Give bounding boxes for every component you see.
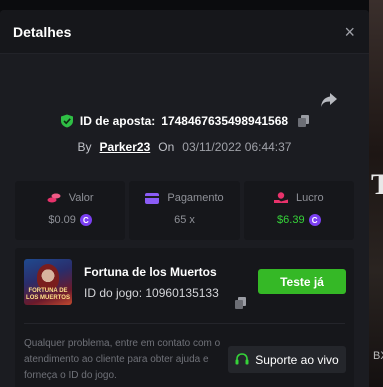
game-panel: FORTUNA DE LOS MUERTOS Fortuna de los Mu… [15, 248, 354, 387]
bet-info: ID de aposta: 1748467635498941568 By Par… [0, 54, 369, 168]
copy-icon[interactable] [235, 297, 246, 309]
copy-icon[interactable] [298, 115, 310, 127]
close-icon[interactable]: × [344, 23, 355, 41]
share-icon[interactable] [320, 92, 338, 108]
stat-valor: Valor $0.09 C [15, 181, 126, 240]
stat-value: $6.39 [277, 214, 305, 226]
shield-check-icon [60, 114, 73, 128]
bet-id-value: 1748467635498941568 [161, 114, 289, 128]
game-name: Fortuna de los Muertos [84, 265, 217, 279]
stat-label: Pagamento [167, 192, 224, 204]
stat-value: $0.09 [48, 214, 76, 226]
stat-label: Lucro [296, 192, 324, 204]
on-label: On [158, 140, 175, 154]
username-link[interactable]: Parker23 [100, 140, 151, 154]
support-label: Suporte ao vivo [255, 352, 339, 367]
card-icon [145, 192, 160, 204]
stat-value: 65 x [174, 214, 195, 226]
bet-id-label: ID de aposta: [79, 114, 156, 128]
try-game-button[interactable]: Teste já [258, 269, 346, 294]
bet-details-modal: Detalhes × ID de aposta: 174846763549894… [0, 10, 369, 387]
live-support-button[interactable]: Suporte ao vivo [228, 346, 346, 373]
hand-coin-icon [274, 192, 289, 203]
headset-icon [235, 353, 249, 365]
bet-owner-row: By Parker23 On 03/11/2022 06:44:37 [0, 140, 369, 154]
coins-icon [47, 193, 61, 203]
modal-title: Detalhes [13, 23, 72, 40]
help-text: Qualquer problema, entre em contato com … [24, 338, 221, 381]
coin-icon: C [308, 214, 321, 226]
bet-stats: Valor $0.09 C Pagamento 65 x Lucro $6.39… [15, 181, 354, 240]
bet-date: 03/11/2022 06:44:37 [182, 140, 292, 154]
modal-header: Detalhes × [0, 10, 369, 54]
stat-pagamento: Pagamento 65 x [129, 181, 240, 240]
game-thumbnail-text: FORTUNA DE LOS MUERTOS [26, 288, 70, 301]
game-id: ID do jogo: 10960135133 [84, 286, 219, 300]
game-thumbnail[interactable]: FORTUNA DE LOS MUERTOS [24, 259, 72, 305]
coin-icon: C [79, 214, 92, 226]
divider [24, 323, 345, 324]
background-game-image: T BX [369, 0, 383, 387]
background-letter: T [371, 168, 383, 201]
by-label: By [77, 140, 92, 154]
stat-lucro: Lucro $6.39 C [243, 181, 354, 240]
bet-id-row: ID de aposta: 1748467635498941568 [0, 114, 369, 128]
stat-label: Valor [68, 192, 94, 204]
background-partial-text: BX [373, 350, 383, 362]
